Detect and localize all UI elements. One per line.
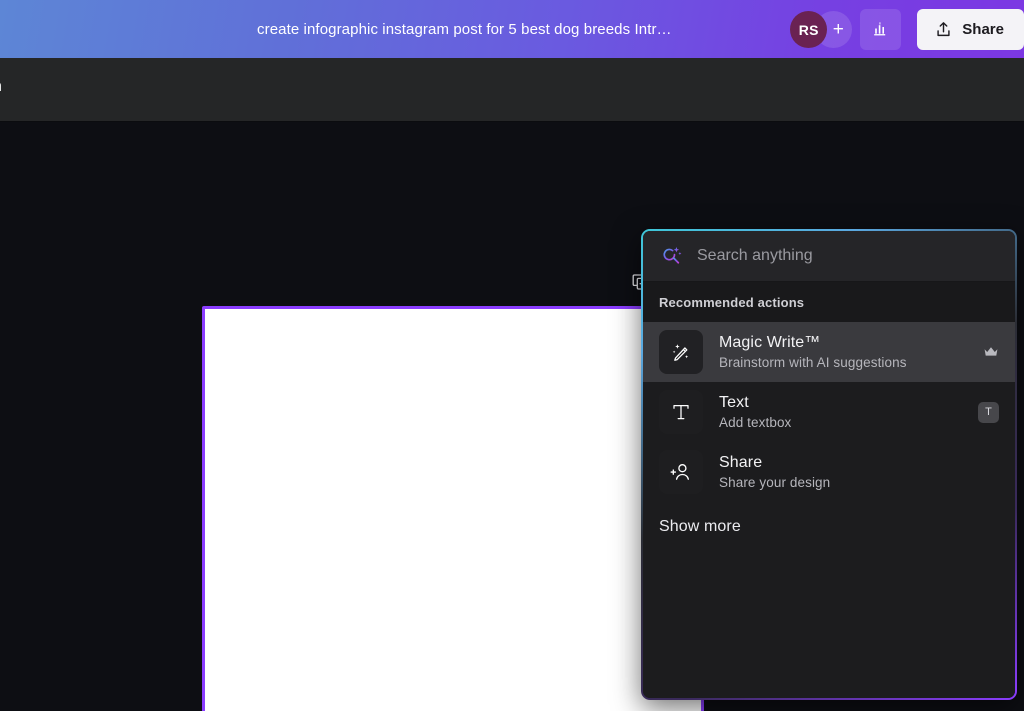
design-page-canvas[interactable] [202, 306, 704, 711]
action-badge [983, 345, 999, 359]
recommended-actions-list: Magic Write™ Brainstorm with AI suggesti… [643, 322, 1015, 698]
search-input[interactable] [697, 247, 1001, 265]
toolbar-clipped-label[interactable]: n [0, 78, 2, 96]
search-bar[interactable] [643, 231, 1015, 282]
action-subtitle: Brainstorm with AI suggestions [719, 355, 907, 370]
action-title: Share [719, 454, 763, 471]
share-button-label: Share [962, 20, 1004, 38]
header-actions: RS + Share [778, 0, 1024, 58]
action-item-share[interactable]: Share Share your design [643, 442, 1015, 502]
search-panel-body: Recommended actions Magic W [643, 231, 1015, 698]
magic-wand-glyph [672, 344, 689, 361]
top-header-bar: create infographic instagram post for 5 … [0, 0, 1024, 58]
magic-search-icon [663, 247, 682, 264]
action-item-magic-write[interactable]: Magic Write™ Brainstorm with AI suggesti… [643, 322, 1015, 382]
add-person-icon [659, 450, 703, 494]
canva-editor-window: create infographic instagram post for 5 … [0, 0, 1024, 711]
show-more-button[interactable]: Show more [643, 502, 1015, 536]
design-page-wrapper[interactable] [202, 306, 704, 711]
text-t-icon [659, 390, 703, 434]
search-anything-panel: Recommended actions Magic W [641, 229, 1017, 700]
crown-icon [984, 347, 998, 356]
analytics-button[interactable] [860, 8, 902, 50]
collaborator-group: RS + [778, 0, 860, 58]
bar-chart-icon [873, 22, 885, 36]
action-title: Magic Write™ [719, 334, 821, 351]
keyboard-shortcut-badge: T [978, 401, 999, 423]
action-item-text: Share Share your design [719, 454, 830, 490]
design-title[interactable]: create infographic instagram post for 5 … [257, 0, 672, 58]
add-person-glyph [670, 464, 689, 480]
share-upload-icon [937, 21, 950, 36]
text-t-glyph [673, 404, 689, 420]
action-item-text: Text Add textbox [719, 394, 791, 430]
action-title: Text [719, 394, 749, 411]
action-item-text: Magic Write™ Brainstorm with AI suggesti… [719, 334, 907, 370]
action-subtitle: Share your design [719, 475, 831, 490]
action-badge: T [978, 401, 999, 423]
action-subtitle: Add textbox [719, 415, 792, 430]
magic-wand-icon [659, 330, 703, 374]
editor-toolbar: n [0, 58, 1024, 122]
action-item-text-tool[interactable]: Text Add textbox T [643, 382, 1015, 442]
share-button[interactable]: Share [917, 8, 1024, 50]
recommended-actions-header: Recommended actions [643, 282, 1015, 322]
